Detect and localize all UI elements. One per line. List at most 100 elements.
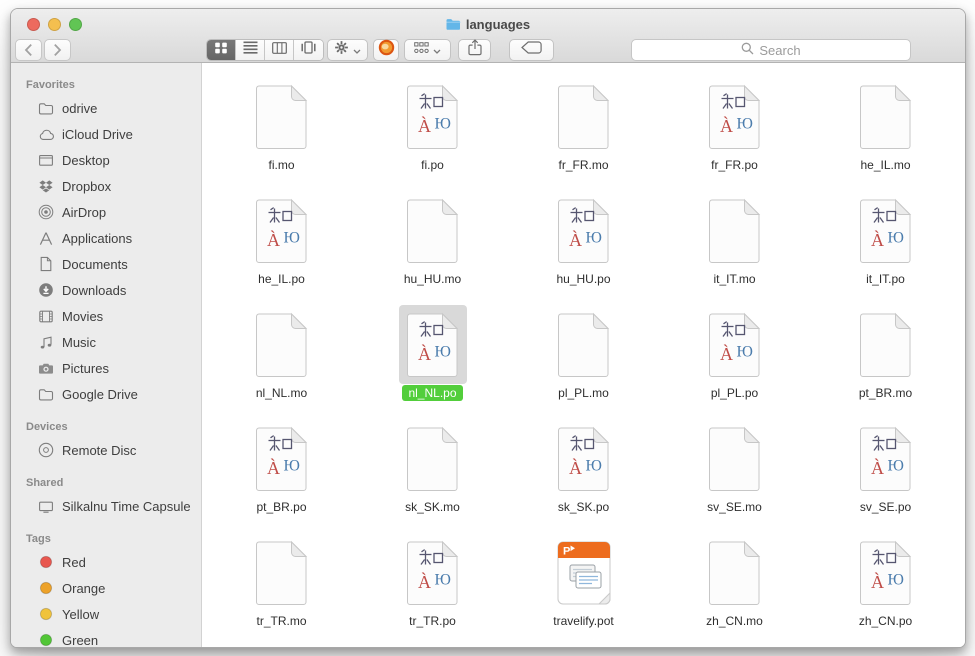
file-item-nl-nl-mo[interactable]: nl_NL.mo (206, 305, 357, 419)
sidebar-item-label: Red (62, 555, 86, 570)
svg-text:P: P (563, 545, 570, 557)
sidebar-item-applications[interactable]: Applications (11, 225, 201, 251)
file-name: fi.mo (262, 157, 300, 173)
document-icon (701, 533, 769, 612)
sidebar-item-airdrop[interactable]: AirDrop (11, 199, 201, 225)
sidebar-section-title: Devices (11, 417, 201, 437)
sidebar-item-label: Music (62, 335, 96, 350)
sidebar-item-orange[interactable]: Orange (11, 575, 201, 601)
svg-text:Ю: Ю (887, 229, 903, 246)
file-item-sk-sk-mo[interactable]: sk_SK.mo (357, 419, 508, 533)
file-name: he_IL.po (252, 271, 311, 287)
translation-document-icon: À Ю (248, 419, 316, 498)
file-item-zh-cn-po[interactable]: À Юzh_CN.po (810, 533, 961, 647)
edit-tags-button[interactable] (509, 39, 554, 61)
file-item-travelify-pot[interactable]: P travelify.pot (508, 533, 659, 647)
file-name: nl_NL.mo (250, 385, 313, 401)
file-item-pt-br-mo[interactable]: pt_BR.mo (810, 305, 961, 419)
pictures-icon (37, 360, 55, 377)
folder-icon (446, 19, 461, 34)
tag-dot-icon (37, 580, 55, 597)
file-item-fi-po[interactable]: À Юfi.po (357, 77, 508, 191)
sidebar-item-icloud-drive[interactable]: iCloud Drive (11, 121, 201, 147)
sidebar-item-pictures[interactable]: Pictures (11, 355, 201, 381)
sidebar-item-desktop[interactable]: Desktop (11, 147, 201, 173)
sidebar-item-silkalnu-time-capsule[interactable]: Silkalnu Time Capsule (11, 493, 201, 519)
sidebar-item-red[interactable]: Red (11, 549, 201, 575)
sidebar-section-title: Favorites (11, 75, 201, 95)
view-switcher (206, 39, 324, 61)
file-name: fi.po (415, 157, 450, 173)
sidebar-item-odrive[interactable]: odrive (11, 95, 201, 121)
sidebar-item-downloads[interactable]: Downloads (11, 277, 201, 303)
file-item-zh-cn-mo[interactable]: zh_CN.mo (659, 533, 810, 647)
file-item-pl-pl-po[interactable]: À Юpl_PL.po (659, 305, 810, 419)
poedit-app-button[interactable] (373, 39, 399, 61)
document-icon (248, 305, 316, 384)
file-item-it-it-po[interactable]: À Юit_IT.po (810, 191, 961, 305)
sidebar-item-label: iCloud Drive (62, 127, 133, 142)
file-name: zh_CN.mo (700, 613, 769, 629)
sidebar-item-green[interactable]: Green (11, 627, 201, 647)
sidebar-item-remote-disc[interactable]: Remote Disc (11, 437, 201, 463)
forward-button[interactable] (44, 39, 71, 61)
coverflow-view-button[interactable] (294, 40, 323, 60)
file-item-hu-hu-mo[interactable]: hu_HU.mo (357, 191, 508, 305)
sidebar-item-yellow[interactable]: Yellow (11, 601, 201, 627)
list-view-button[interactable] (236, 40, 265, 60)
translation-document-icon: À Ю (852, 419, 920, 498)
file-item-sv-se-mo[interactable]: sv_SE.mo (659, 419, 810, 533)
sidebar-section-tags: TagsRedOrangeYellowGreen (11, 529, 201, 647)
file-item-sk-sk-po[interactable]: À Юsk_SK.po (508, 419, 659, 533)
file-name: pl_PL.mo (552, 385, 615, 401)
file-item-fr-fr-po[interactable]: À Юfr_FR.po (659, 77, 810, 191)
svg-text:Ю: Ю (585, 457, 601, 474)
file-name: hu_HU.po (550, 271, 616, 287)
sidebar-item-label: Green (62, 633, 98, 648)
poedit-app-icon (378, 39, 395, 61)
search-icon (741, 42, 754, 58)
sidebar-item-music[interactable]: Music (11, 329, 201, 355)
svg-text:À: À (720, 115, 733, 136)
sidebar-item-documents[interactable]: Documents (11, 251, 201, 277)
file-item-hu-hu-po[interactable]: À Юhu_HU.po (508, 191, 659, 305)
folder-icon (37, 100, 55, 117)
svg-text:Ю: Ю (887, 571, 903, 588)
file-item-he-il-po[interactable]: À Юhe_IL.po (206, 191, 357, 305)
document-icon (852, 305, 920, 384)
file-name: he_IL.mo (854, 157, 916, 173)
column-view-button[interactable] (265, 40, 294, 60)
search-input[interactable]: Search (631, 39, 911, 61)
file-item-pl-pl-mo[interactable]: pl_PL.mo (508, 305, 659, 419)
share-button[interactable] (458, 39, 491, 61)
file-item-fi-mo[interactable]: fi.mo (206, 77, 357, 191)
document-icon (248, 77, 316, 156)
file-item-tr-tr-po[interactable]: À Юtr_TR.po (357, 533, 508, 647)
document-icon (701, 419, 769, 498)
back-button[interactable] (15, 39, 42, 61)
sidebar-item-movies[interactable]: Movies (11, 303, 201, 329)
file-item-sv-se-po[interactable]: À Юsv_SE.po (810, 419, 961, 533)
file-name: sk_SK.mo (399, 499, 466, 515)
file-item-he-il-mo[interactable]: he_IL.mo (810, 77, 961, 191)
document-icon (550, 77, 618, 156)
translation-document-icon: À Ю (701, 77, 769, 156)
file-item-nl-nl-po[interactable]: À Юnl_NL.po (357, 305, 508, 419)
file-name: travelify.pot (547, 613, 619, 629)
file-name: tr_TR.po (403, 613, 462, 629)
action-menu-button[interactable] (327, 39, 368, 61)
icon-view-button[interactable] (207, 40, 236, 60)
sidebar-section-title: Shared (11, 473, 201, 493)
tag-dot-icon (37, 632, 55, 648)
sidebar-item-label: Orange (62, 581, 105, 596)
file-item-fr-fr-mo[interactable]: fr_FR.mo (508, 77, 659, 191)
svg-text:Ю: Ю (434, 571, 450, 588)
svg-text:À: À (871, 457, 884, 478)
file-item-pt-br-po[interactable]: À Юpt_BR.po (206, 419, 357, 533)
sidebar-item-dropbox[interactable]: Dropbox (11, 173, 201, 199)
file-item-tr-tr-mo[interactable]: tr_TR.mo (206, 533, 357, 647)
arrange-menu-button[interactable] (404, 39, 451, 61)
file-name: sv_SE.mo (701, 499, 768, 515)
sidebar-item-google-drive[interactable]: Google Drive (11, 381, 201, 407)
file-item-it-it-mo[interactable]: it_IT.mo (659, 191, 810, 305)
